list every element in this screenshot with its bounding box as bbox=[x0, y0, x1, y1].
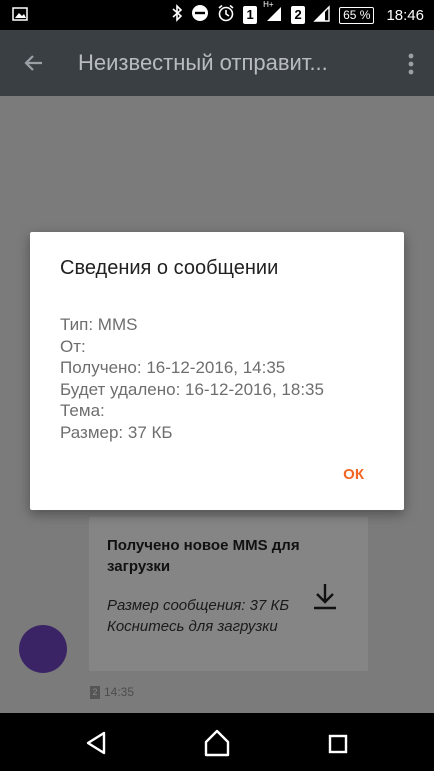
nav-back-icon[interactable] bbox=[84, 730, 108, 761]
avatar bbox=[19, 625, 67, 673]
do-not-disturb-icon bbox=[191, 4, 209, 26]
nav-home-icon[interactable] bbox=[203, 728, 231, 763]
sim-badge-icon: 2 bbox=[90, 685, 100, 699]
sim1-icon: 1 bbox=[243, 6, 258, 24]
message-details-dialog: Сведения о сообщении Тип: MMS От: Получе… bbox=[30, 232, 404, 510]
dialog-title: Сведения о сообщении bbox=[60, 257, 279, 279]
detail-from: От: bbox=[60, 336, 86, 356]
status-time: 18:46 bbox=[386, 6, 424, 24]
network-type-label: H+ bbox=[263, 0, 274, 9]
signal-sim2-icon bbox=[313, 4, 331, 26]
status-bar: 1 H+ 2 65 % 18:46 bbox=[0, 0, 434, 30]
sim2-icon: 2 bbox=[291, 6, 306, 24]
image-notification-icon bbox=[12, 6, 28, 26]
detail-type: Тип: MMS bbox=[60, 315, 138, 334]
detail-expires: Будет удалено: 16-12-2016, 18:35 bbox=[60, 379, 324, 399]
more-options-icon[interactable] bbox=[408, 52, 414, 76]
app-toolbar: Неизвестный отправит... bbox=[0, 30, 434, 96]
signal-sim1-icon: H+ bbox=[263, 0, 283, 26]
detail-received: Получено: 16-12-2016, 14:35 bbox=[60, 358, 286, 377]
nav-recents-icon[interactable] bbox=[328, 734, 348, 759]
back-arrow-icon[interactable] bbox=[22, 51, 46, 75]
ok-button[interactable]: ОК bbox=[343, 466, 364, 483]
download-icon[interactable] bbox=[311, 581, 339, 611]
dialog-details: Тип: MMS От: Получено: 16-12-2016, 14:35… bbox=[60, 314, 324, 443]
battery-indicator: 65 % bbox=[339, 6, 375, 24]
mms-message-title: Получено новое MMS для загрузки bbox=[107, 537, 300, 575]
navigation-bar bbox=[0, 713, 434, 771]
mms-message-bubble[interactable]: Получено новое MMS для загрузки Размер с… bbox=[89, 517, 368, 671]
mms-message-body: Размер сообщения: 37 КБ Коснитесь для за… bbox=[107, 597, 290, 635]
message-timestamp: 2 14:35 bbox=[90, 685, 134, 699]
timestamp-label: 14:35 bbox=[104, 685, 135, 699]
alarm-icon bbox=[217, 4, 235, 26]
detail-size: Размер: 37 КБ bbox=[60, 422, 173, 442]
conversation-title: Неизвестный отправит... bbox=[78, 50, 328, 75]
detail-subject: Тема: bbox=[60, 401, 105, 420]
bluetooth-icon bbox=[171, 4, 183, 26]
